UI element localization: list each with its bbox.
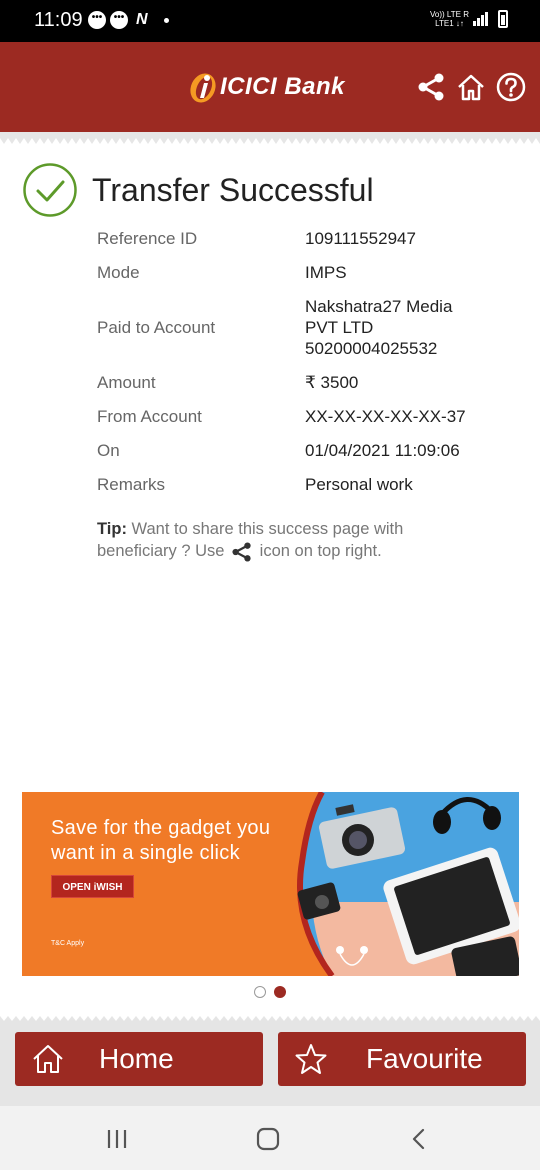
- chat-notification-icon: •••: [88, 11, 106, 29]
- bank-name: ICICI Bank: [220, 73, 346, 100]
- notification-icons: ••• ••• N: [88, 11, 169, 29]
- back-icon[interactable]: [406, 1126, 432, 1152]
- detail-row-amount: Amount ₹ 3500: [97, 372, 359, 393]
- status-bar: 11:09 ••• ••• N Vo)) LTE R LTE1 ↓↑: [0, 0, 540, 42]
- success-check-icon: [23, 163, 77, 217]
- status-right: Vo)) LTE R LTE1 ↓↑: [430, 10, 508, 28]
- detail-row-on: On 01/04/2021 11:09:06: [97, 440, 460, 461]
- detail-row-from: From Account XX-XX-XX-XX-XX-37: [97, 406, 466, 427]
- detail-row-reference: Reference ID 109111552947: [97, 228, 416, 249]
- paid-to-value: Nakshatra27 Media PVT LTD 50200004025532: [305, 297, 453, 358]
- recent-apps-icon[interactable]: [104, 1126, 130, 1152]
- result-header: Transfer Successful: [22, 162, 374, 218]
- favourite-button[interactable]: Favourite: [278, 1032, 526, 1086]
- detail-row-remarks: Remarks Personal work: [97, 474, 413, 495]
- transaction-details: Reference ID 109111552947 Mode IMPS Paid…: [97, 228, 517, 508]
- star-icon: [295, 1044, 327, 1074]
- zigzag-divider: [0, 1012, 540, 1021]
- battery-icon: [498, 10, 508, 28]
- home-nav-icon[interactable]: [255, 1126, 281, 1152]
- bank-logo: ICICI Bank: [188, 70, 345, 104]
- bottom-actions: Home Favourite: [0, 1012, 540, 1106]
- carousel-dot-active[interactable]: [274, 986, 286, 998]
- zigzag-divider: [0, 132, 540, 144]
- app-header: ICICI Bank: [0, 42, 540, 132]
- banner-headline: Save for the gadget you want in a single…: [51, 817, 271, 864]
- share-tip: Tip: Want to share this success page wit…: [97, 520, 404, 562]
- home-button[interactable]: Home: [15, 1032, 263, 1086]
- header-actions: [416, 72, 526, 102]
- share-icon[interactable]: [416, 72, 446, 102]
- chat-notification-icon: •••: [110, 11, 128, 29]
- open-iwish-button[interactable]: OPEN iWISH: [51, 875, 134, 898]
- status-time: 11:09: [34, 9, 83, 31]
- carousel-indicator[interactable]: [254, 986, 286, 998]
- home-icon: [33, 1045, 63, 1073]
- detail-row-paid-to: Paid to Account Nakshatra27 Media PVT LT…: [97, 297, 453, 358]
- icici-logo-icon: [190, 73, 216, 103]
- more-notifications-icon: [163, 17, 169, 23]
- page-title: Transfer Successful: [92, 171, 374, 208]
- system-nav-bar: [0, 1106, 540, 1170]
- gadgets-illustration: [297, 792, 519, 976]
- carousel-dot[interactable]: [254, 986, 266, 998]
- detail-row-mode: Mode IMPS: [97, 262, 347, 283]
- help-icon[interactable]: [496, 72, 526, 102]
- share-icon: [232, 542, 251, 562]
- n-app-icon: N: [136, 11, 148, 28]
- home-icon[interactable]: [456, 72, 486, 102]
- signal-icon: [473, 12, 488, 26]
- promo-banner[interactable]: Save for the gadget you want in a single…: [22, 792, 519, 976]
- banner-terms: T&C Apply: [51, 940, 85, 947]
- network-label: Vo)) LTE R LTE1 ↓↑: [430, 10, 469, 28]
